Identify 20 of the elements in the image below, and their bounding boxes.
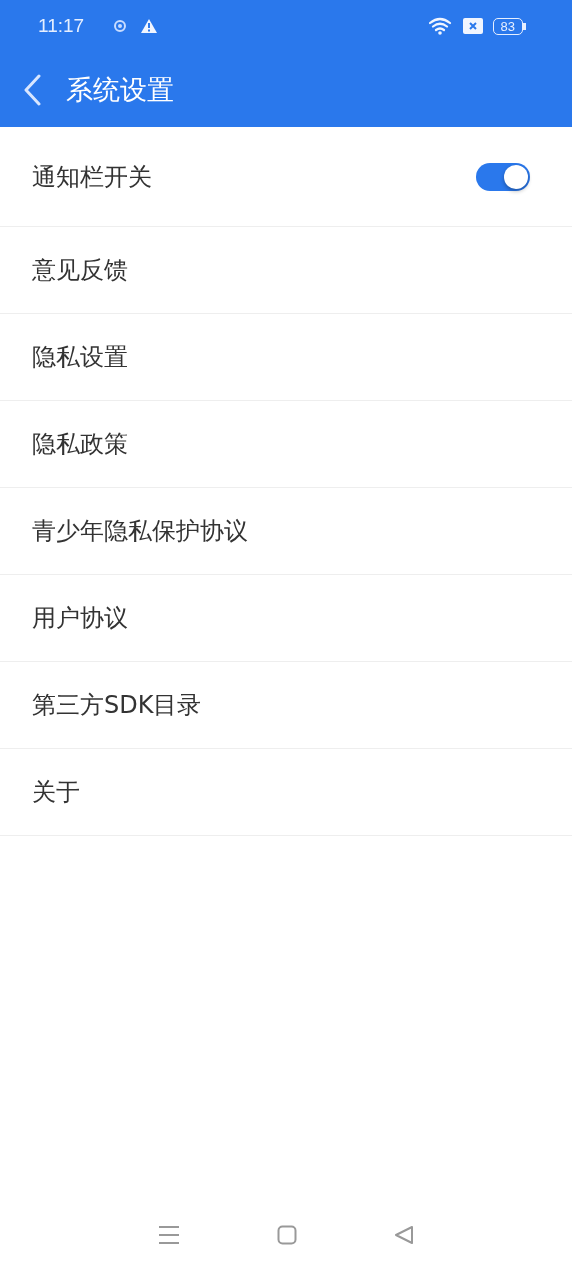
settings-item[interactable]: 关于 (0, 749, 572, 836)
settings-item[interactable]: 青少年隐私保护协议 (0, 488, 572, 575)
home-button[interactable] (277, 1225, 297, 1245)
menu-button[interactable] (158, 1225, 181, 1245)
toggle-switch[interactable] (476, 162, 530, 191)
location-icon (112, 18, 129, 34)
back-nav-button[interactable] (393, 1225, 414, 1245)
setting-label: 通知栏开关 (32, 161, 153, 193)
settings-item[interactable]: 隐私政策 (0, 401, 572, 488)
settings-item[interactable]: 意见反馈 (0, 227, 572, 314)
sim-icon (462, 18, 483, 34)
back-button[interactable] (22, 73, 42, 106)
status-time: 11:17 (38, 15, 85, 37)
page-title: 系统设置 (66, 72, 174, 107)
wifi-icon (428, 17, 453, 35)
warning-icon (140, 18, 159, 34)
settings-item[interactable]: 用户协议 (0, 575, 572, 662)
settings-item[interactable]: 第三方SDK目录 (0, 662, 572, 749)
battery-icon: 83 (492, 17, 526, 35)
settings-item[interactable]: 隐私设置 (0, 314, 572, 401)
